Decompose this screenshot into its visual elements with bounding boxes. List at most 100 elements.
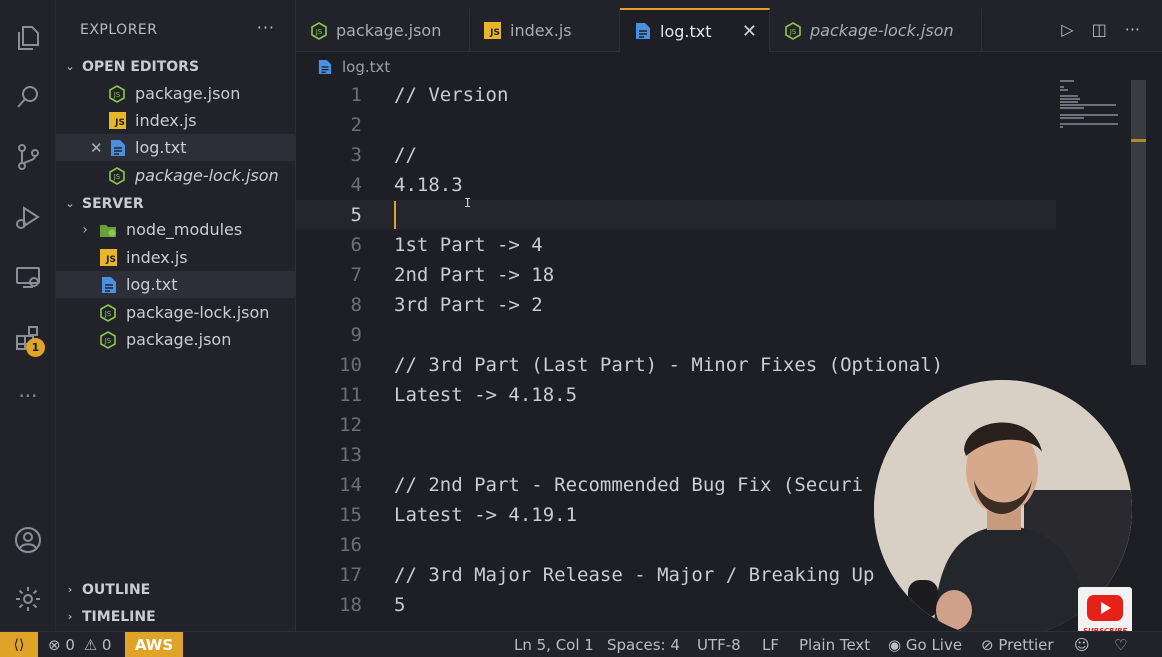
explorer-more-icon[interactable]: ··· <box>257 18 275 37</box>
encoding[interactable]: UTF-8 <box>697 636 741 654</box>
code-line[interactable]: 7 2nd Part -> 18 <box>296 260 1056 290</box>
folder-node-icon <box>99 221 117 239</box>
run-debug-icon[interactable] <box>8 197 48 237</box>
outline-section[interactable]: › OUTLINE <box>56 576 296 603</box>
close-icon[interactable]: ✕ <box>742 21 757 42</box>
explorer-sidebar: EXPLORER ··· ⌄ OPEN EDITORS JS package.j… <box>56 0 296 631</box>
svg-text:JS: JS <box>104 337 112 345</box>
tab-label: package-lock.json <box>810 21 954 40</box>
more-actions-icon[interactable]: ··· <box>1125 20 1140 39</box>
tab-package-json[interactable]: JS package.json <box>296 9 470 52</box>
vertical-scrollbar[interactable] <box>1131 80 1146 365</box>
search-icon[interactable] <box>8 77 48 117</box>
tree-item-label: index.js <box>126 248 188 267</box>
aws-status[interactable]: AWS <box>125 632 183 657</box>
open-editor-item[interactable]: JS index.js <box>56 107 296 134</box>
remote-indicator-icon[interactable]: ⟨⟩ <box>0 632 38 657</box>
cursor-position[interactable]: Ln 5, Col 1 <box>514 636 594 654</box>
broadcast-icon: ◉ <box>888 636 902 654</box>
end-of-line[interactable]: LF <box>762 636 779 654</box>
timeline-section[interactable]: › TIMELINE <box>56 603 296 630</box>
warning-count: 0 <box>101 636 112 654</box>
source-control-icon[interactable] <box>8 137 48 177</box>
tree-item[interactable]: JS package.json <box>56 326 296 353</box>
notifications-icon[interactable]: ♡ <box>1114 636 1127 654</box>
open-editors-label: OPEN EDITORS <box>82 58 200 75</box>
line-text: Latest -> 4.18.5 <box>394 384 578 406</box>
tree-item-active[interactable]: log.txt <box>56 271 296 298</box>
svg-text:JS: JS <box>113 173 121 181</box>
files-icon[interactable] <box>8 18 48 58</box>
svg-text:JS: JS <box>113 91 121 99</box>
open-editors-section[interactable]: ⌄ OPEN EDITORS <box>56 53 296 80</box>
breadcrumb-file: log.txt <box>342 58 391 76</box>
problems-indicator[interactable]: ⊗ 0 ⚠ 0 <box>48 636 111 654</box>
line-text: 3rd Part -> 2 <box>394 294 543 316</box>
extensions-badge: 1 <box>26 338 45 357</box>
more-icon[interactable]: ··· <box>8 376 48 416</box>
line-number: 14 <box>339 474 362 496</box>
tree-item-label: log.txt <box>126 275 178 294</box>
language-mode[interactable]: Plain Text <box>799 636 870 654</box>
js-icon: JS <box>100 249 117 266</box>
remote-explorer-icon[interactable] <box>8 257 48 297</box>
open-editor-item[interactable]: JS package.json <box>56 80 296 107</box>
js-icon: JS <box>484 22 501 39</box>
line-text: 5 <box>394 594 406 616</box>
code-line[interactable]: 4 4.18.3 <box>296 170 1056 200</box>
line-number: 5 <box>350 204 362 226</box>
account-status-icon[interactable]: ☺ <box>1074 636 1090 654</box>
split-editor-icon[interactable]: ◫ <box>1092 20 1107 39</box>
line-number: 2 <box>350 114 362 136</box>
tab-log-txt[interactable]: log.txt ✕ <box>620 8 770 52</box>
settings-gear-icon[interactable] <box>8 579 48 619</box>
chevron-down-icon: ⌄ <box>65 60 75 73</box>
run-icon[interactable]: ▷ <box>1061 20 1073 39</box>
go-live-button[interactable]: ◉ Go Live <box>888 636 962 654</box>
indentation[interactable]: Spaces: 4 <box>607 636 680 654</box>
editor-tabs: JS package.json JS index.js log.txt ✕ JS… <box>296 0 1162 52</box>
error-icon: ⊗ <box>48 636 61 654</box>
open-editor-label: index.js <box>135 111 197 130</box>
code-line[interactable]: 3 // <box>296 140 1056 170</box>
tree-item[interactable]: JS index.js <box>56 244 296 271</box>
svg-text:JS: JS <box>104 310 112 318</box>
open-editor-label: package.json <box>135 84 241 103</box>
line-text: // 3rd Part (Last Part) - Minor Fixes (O… <box>394 354 944 376</box>
line-text: 1st Part -> 4 <box>394 234 543 256</box>
chevron-right-icon: › <box>82 221 88 238</box>
code-line[interactable]: 5 <box>296 200 1056 230</box>
mouse-ibeam-icon: I <box>464 196 472 210</box>
tree-item-label: package.json <box>126 330 232 349</box>
chevron-right-icon: › <box>67 610 73 623</box>
js-icon: JS <box>109 112 126 129</box>
editor-actions: ▷ ◫ ··· <box>1061 20 1140 39</box>
code-line[interactable]: 9 <box>296 320 1056 350</box>
tab-index-js[interactable]: JS index.js <box>470 9 620 52</box>
prettier-button[interactable]: ⊘ Prettier <box>981 636 1054 654</box>
chevron-down-icon: ⌄ <box>65 197 75 210</box>
code-line[interactable]: 2 <box>296 110 1056 140</box>
tree-item[interactable]: JS package-lock.json <box>56 299 296 326</box>
line-number: 16 <box>339 534 362 556</box>
minimap[interactable] <box>1058 78 1124 138</box>
account-icon[interactable] <box>8 520 48 560</box>
open-editor-item-active[interactable]: ✕ log.txt <box>56 134 296 161</box>
breadcrumb[interactable]: log.txt <box>318 56 390 78</box>
tab-label: package.json <box>336 21 442 40</box>
activity-bar: 1 ··· <box>0 0 56 631</box>
line-text: // 3rd Major Release - Major / Breaking … <box>394 564 875 586</box>
nodejs-icon: JS <box>99 330 117 349</box>
open-editor-label: package-lock.json <box>135 166 279 185</box>
status-bar: ⟨⟩ ⊗ 0 ⚠ 0 AWS Ln 5, Col 1 Spaces: 4 UTF… <box>0 631 1162 657</box>
tree-item-folder[interactable]: › node_modules <box>56 216 296 243</box>
code-line[interactable]: 8 3rd Part -> 2 <box>296 290 1056 320</box>
open-editor-item[interactable]: JS package-lock.json <box>56 162 296 189</box>
code-line[interactable]: 10 // 3rd Part (Last Part) - Minor Fixes … <box>296 350 1056 380</box>
server-section[interactable]: ⌄ SERVER <box>56 190 296 217</box>
code-line[interactable]: 6 1st Part -> 4 <box>296 230 1056 260</box>
line-number: 7 <box>350 264 362 286</box>
tab-package-lock-json[interactable]: JS package-lock.json <box>770 9 982 52</box>
close-icon[interactable]: ✕ <box>90 139 103 157</box>
code-line[interactable]: 1 // Version <box>296 80 1056 110</box>
